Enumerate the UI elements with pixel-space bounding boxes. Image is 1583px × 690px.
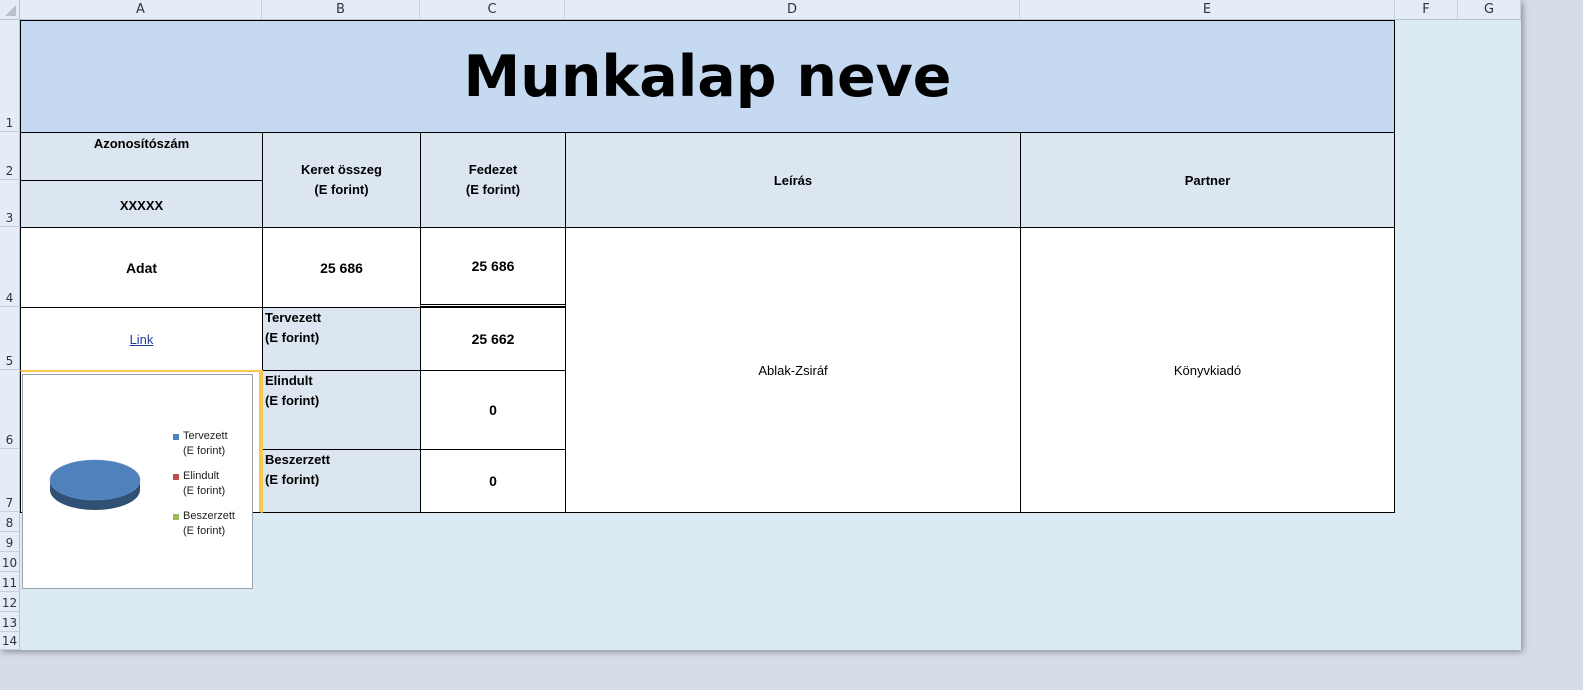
legend-key-1 bbox=[173, 474, 179, 480]
row-header-10[interactable]: 10 bbox=[0, 552, 20, 572]
legend-label-line1: Beszerzett bbox=[183, 510, 235, 522]
legend-label-line2: (E forint) bbox=[183, 525, 226, 537]
row-header-2[interactable]: 2 bbox=[0, 132, 20, 180]
id-label: Azonosítószám bbox=[93, 136, 190, 151]
legend-label-line1: Tervezett bbox=[183, 430, 228, 442]
id-label-cell[interactable]: Azonosítószám bbox=[20, 132, 263, 181]
fedezet-value-cell[interactable]: 25 686 bbox=[420, 227, 566, 307]
row-header-9[interactable]: 9 bbox=[0, 532, 20, 552]
link-cell[interactable]: Link bbox=[20, 307, 263, 371]
beszerzett-label-line1: Beszerzett bbox=[265, 452, 331, 467]
elindult-label-cell[interactable]: Elindult (E forint) bbox=[262, 370, 421, 450]
column-header-e[interactable]: E bbox=[1020, 0, 1395, 20]
partner-value-cell[interactable]: Könyvkiadó bbox=[1020, 227, 1395, 513]
keret-header-line1: Keret összeg bbox=[301, 162, 382, 177]
legend-label-line1: Elindult bbox=[183, 470, 220, 482]
beszerzett-label-line2: (E forint) bbox=[265, 472, 320, 487]
pie-chart[interactable]: Tervezett (E forint) Elindult (E forint) Bes… bbox=[22, 374, 253, 589]
fedezet-header-cell[interactable]: Fedezet (E forint) bbox=[420, 132, 566, 228]
fedezet-value: 25 686 bbox=[471, 258, 515, 274]
row-header-8[interactable]: 8 bbox=[0, 512, 20, 532]
column-header-d[interactable]: D bbox=[565, 0, 1020, 20]
column-header-f[interactable]: F bbox=[1395, 0, 1458, 20]
row-header-4[interactable]: 4 bbox=[0, 227, 20, 307]
partner-value: Könyvkiadó bbox=[1173, 362, 1242, 378]
legend-key-2 bbox=[173, 514, 179, 520]
sheet-title: Munkalap neve bbox=[463, 44, 952, 110]
tervezett-label-cell[interactable]: Tervezett (E forint) bbox=[262, 307, 421, 371]
beszerzett-label-cell[interactable]: Beszerzett (E forint) bbox=[262, 449, 421, 513]
elindult-value-cell[interactable]: 0 bbox=[420, 370, 566, 450]
keret-value: 25 686 bbox=[320, 259, 363, 276]
id-value: XXXXX bbox=[119, 197, 164, 213]
tervezett-label-line1: Tervezett bbox=[265, 310, 322, 325]
tervezett-value: 25 662 bbox=[471, 331, 515, 347]
select-all-corner[interactable] bbox=[0, 0, 20, 20]
elindult-value: 0 bbox=[489, 402, 497, 418]
keret-header-line2: (E forint) bbox=[314, 182, 369, 197]
legend-label-line2: (E forint) bbox=[183, 485, 226, 497]
legend-label-1: Elindult (E forint) bbox=[183, 469, 225, 499]
legend-label-line2: (E forint) bbox=[183, 445, 226, 457]
select-all-triangle-icon bbox=[5, 5, 16, 16]
column-header-c[interactable]: C bbox=[420, 0, 565, 20]
pie-slice-0 bbox=[49, 459, 141, 501]
keret-value-cell[interactable]: 25 686 bbox=[262, 227, 421, 308]
row-header-12[interactable]: 12 bbox=[0, 592, 20, 612]
partner-header: Partner bbox=[1184, 172, 1231, 188]
elindult-label-line2: (E forint) bbox=[265, 393, 320, 408]
row-header-14[interactable]: 14 bbox=[0, 632, 20, 650]
fedezet-header-line1: Fedezet bbox=[468, 162, 518, 177]
adat-label-cell[interactable]: Adat bbox=[20, 227, 263, 308]
legend-label-2: Beszerzett (E forint) bbox=[183, 509, 235, 539]
legend-key-0 bbox=[173, 434, 179, 440]
row-header-13[interactable]: 13 bbox=[0, 612, 20, 632]
adat-label: Adat bbox=[125, 259, 158, 276]
column-header-g[interactable]: G bbox=[1458, 0, 1521, 20]
row-header-11[interactable]: 11 bbox=[0, 572, 20, 592]
partner-header-cell[interactable]: Partner bbox=[1020, 132, 1395, 228]
keret-header-cell[interactable]: Keret összeg (E forint) bbox=[262, 132, 421, 228]
fedezet-header-line2: (E forint) bbox=[465, 182, 521, 197]
tervezett-label-line2: (E forint) bbox=[265, 330, 320, 345]
leiras-header: Leírás bbox=[773, 172, 813, 188]
elindult-label-line1: Elindult bbox=[265, 373, 313, 388]
spreadsheet: A B C D E F G 1 2 3 4 5 6 7 8 9 10 11 12… bbox=[0, 0, 1521, 650]
legend-label-0: Tervezett (E forint) bbox=[183, 429, 228, 459]
tervezett-value-cell[interactable]: 25 662 bbox=[420, 307, 566, 371]
id-value-cell[interactable]: XXXXX bbox=[20, 180, 263, 228]
hyperlink[interactable]: Link bbox=[130, 332, 154, 347]
leiras-header-cell[interactable]: Leírás bbox=[565, 132, 1021, 228]
leiras-value-cell[interactable]: Ablak-Zsiráf bbox=[565, 227, 1021, 513]
beszerzett-value-cell[interactable]: 0 bbox=[420, 449, 566, 513]
row-header-5[interactable]: 5 bbox=[0, 307, 20, 370]
column-header-b[interactable]: B bbox=[262, 0, 420, 20]
row-header-7[interactable]: 7 bbox=[0, 449, 20, 512]
row-header-1[interactable]: 1 bbox=[0, 20, 20, 132]
row-header-6[interactable]: 6 bbox=[0, 370, 20, 449]
leiras-value: Ablak-Zsiráf bbox=[758, 362, 828, 378]
beszerzett-value: 0 bbox=[489, 473, 497, 489]
column-header-a[interactable]: A bbox=[20, 0, 262, 20]
sheet-title-cell[interactable]: Munkalap neve bbox=[20, 20, 1395, 133]
row-header-3[interactable]: 3 bbox=[0, 180, 20, 227]
